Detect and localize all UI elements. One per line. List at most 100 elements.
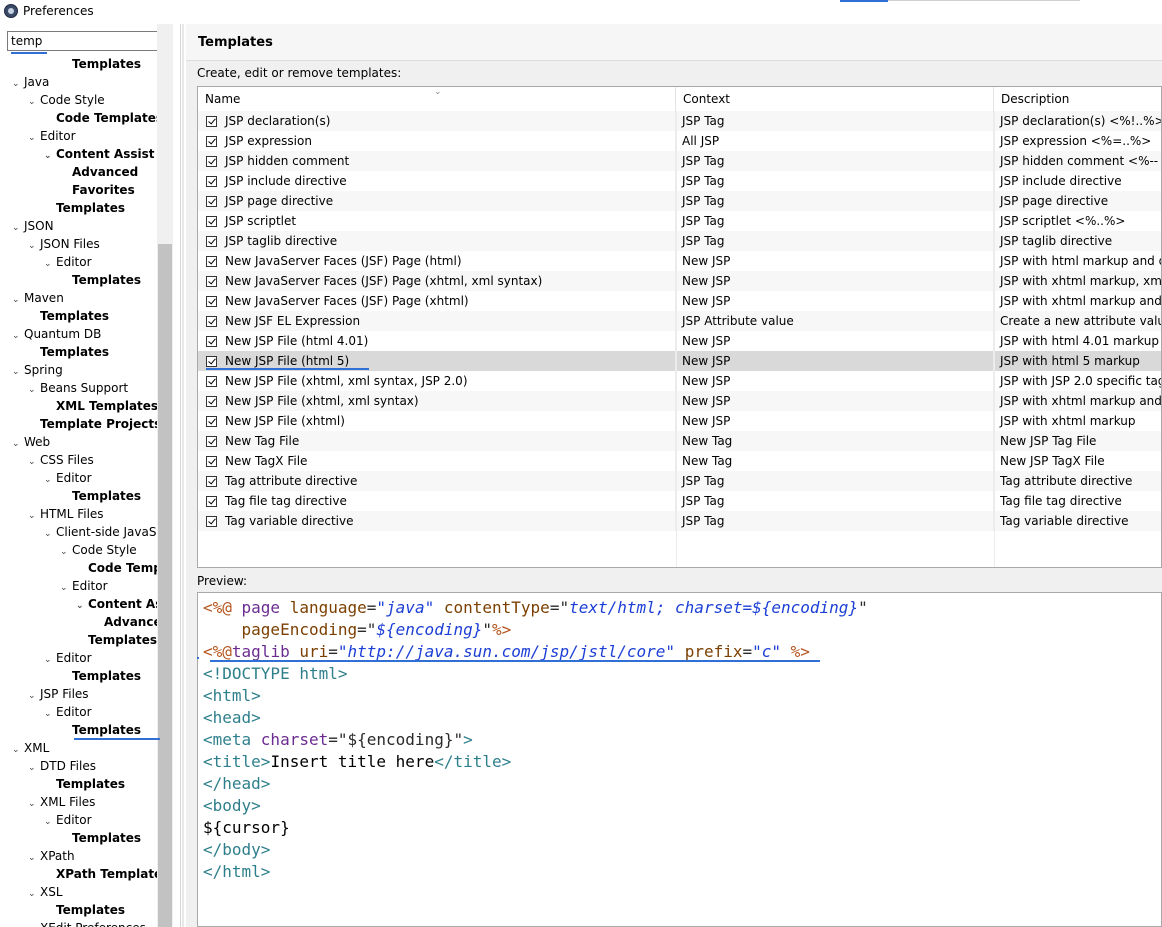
tree-item[interactable]: XML Templates	[44, 397, 158, 415]
enabled-checkbox[interactable]	[206, 276, 217, 287]
tree-item[interactable]: ⌄Client-side JavaScript	[44, 523, 158, 541]
table-row[interactable]: JSP page directive JSP Tag JSP page direct…	[198, 191, 1161, 211]
enabled-checkbox[interactable]	[206, 456, 217, 467]
table-row[interactable]: New JavaServer Faces (JSF) Page (html) Ne…	[198, 251, 1161, 271]
enabled-checkbox[interactable]	[206, 156, 217, 167]
enabled-checkbox[interactable]	[206, 136, 217, 147]
table-row[interactable]: JSP scriptlet JSP Tag JSP scriptlet <%..%>	[198, 211, 1161, 231]
table-row[interactable]: New JSP File (xhtml, xml syntax, JSP 2.0…	[198, 371, 1161, 391]
chevron-down-icon[interactable]: ⌄	[28, 453, 40, 471]
enabled-checkbox[interactable]	[206, 496, 217, 507]
chevron-down-icon[interactable]: ⌄	[28, 93, 40, 111]
tree-item[interactable]: ⌄ Code Style	[28, 91, 105, 109]
enabled-checkbox[interactable]	[206, 176, 217, 187]
table-row[interactable]: New TagX File New Tag New JSP TagX File	[198, 451, 1161, 471]
tree-item[interactable]: ⌄ JSON Files	[28, 235, 100, 253]
tree-item[interactable]: ⌄ Editor	[28, 127, 76, 145]
chevron-down-icon[interactable]: ⌄	[12, 75, 24, 93]
table-row[interactable]: Tag file tag directive JSP Tag Tag file ta…	[198, 491, 1161, 511]
tree-item[interactable]: Template Projects	[28, 415, 158, 433]
tree-item[interactable]: ⌄ Editor	[44, 703, 92, 721]
template-preview[interactable]: <%@ page language="java" contentType="te…	[197, 592, 1162, 927]
chevron-down-icon[interactable]: ⌄	[28, 381, 40, 399]
tree-item[interactable]: ⌄ Code Style	[60, 541, 137, 559]
enabled-checkbox[interactable]	[206, 336, 217, 347]
enabled-checkbox[interactable]	[206, 316, 217, 327]
tree-item[interactable]: ⌄ Editor	[44, 469, 92, 487]
tree-item[interactable]: Templates	[28, 343, 109, 361]
tree-item[interactable]: ⌄ XML	[12, 739, 49, 757]
tree-item[interactable]: ⌄ Java	[12, 73, 49, 91]
chevron-down-icon[interactable]: ⌄	[28, 849, 40, 867]
chevron-down-icon[interactable]: ⌄	[44, 525, 56, 543]
tree-item[interactable]: Templates	[44, 775, 125, 793]
tree-item[interactable]: Templates	[60, 55, 141, 73]
tree-item[interactable]: ⌄ Maven	[12, 289, 64, 307]
enabled-checkbox[interactable]	[206, 196, 217, 207]
pane-sash[interactable]	[182, 24, 184, 927]
chevron-down-icon[interactable]: ⌄	[60, 543, 72, 561]
chevron-down-icon[interactable]: ⌄	[28, 885, 40, 903]
chevron-down-icon[interactable]: ⌄	[12, 327, 24, 345]
chevron-down-icon[interactable]: ⌄	[28, 759, 40, 777]
tree-item[interactable]: Templates	[60, 271, 141, 289]
table-row[interactable]: Tag attribute directive JSP Tag Tag attrib…	[198, 471, 1161, 491]
table-row[interactable]: JSP include directive JSP Tag JSP include …	[198, 171, 1161, 191]
table-row[interactable]: JSP taglib directive JSP Tag JSP taglib di…	[198, 231, 1161, 251]
filter-input[interactable]	[11, 33, 151, 49]
chevron-down-icon[interactable]: ⌄	[12, 219, 24, 237]
chevron-down-icon[interactable]: ⌄	[44, 471, 56, 489]
chevron-down-icon[interactable]: ⌄	[44, 651, 56, 669]
tree-item[interactable]: ⌄ Editor	[44, 253, 92, 271]
tree-item[interactable]: Templates	[44, 901, 125, 919]
chevron-down-icon[interactable]: ⌄	[60, 579, 72, 597]
tree-item[interactable]: Advanced	[92, 613, 158, 631]
tree-item[interactable]: Templates	[44, 199, 125, 217]
table-row[interactable]: New JSP File (xhtml) New JSP JSP with xhtm…	[198, 411, 1161, 431]
chevron-down-icon[interactable]: ⌄	[12, 363, 24, 381]
enabled-checkbox[interactable]	[206, 356, 217, 367]
table-row[interactable]: New JavaServer Faces (JSF) Page (xhtml, …	[198, 271, 1161, 291]
table-row[interactable]: New JavaServer Faces (JSF) Page (xhtml) N…	[198, 291, 1161, 311]
tree-item[interactable]: Templates	[60, 667, 141, 685]
chevron-down-icon[interactable]: ⌄	[12, 435, 24, 453]
tree-item[interactable]: Advanced	[60, 163, 138, 181]
chevron-down-icon[interactable]: ⌄	[76, 597, 88, 615]
chevron-down-icon[interactable]: ⌄	[44, 813, 56, 831]
enabled-checkbox[interactable]	[206, 516, 217, 527]
tree-item[interactable]: ⌄ Quantum DB	[12, 325, 101, 343]
table-row[interactable]: New JSP File (xhtml, xml syntax) New JSP J…	[198, 391, 1161, 411]
tree-item[interactable]: Templates	[76, 631, 157, 649]
chevron-down-icon[interactable]: ⌄	[44, 255, 56, 273]
tree-item[interactable]: ⌄ Editor	[60, 577, 108, 595]
enabled-checkbox[interactable]	[206, 476, 217, 487]
chevron-down-icon[interactable]: ⌄	[28, 237, 40, 255]
tree-item[interactable]: ⌄ Editor	[44, 649, 92, 667]
tree-item[interactable]: XEdit Preferences	[28, 919, 146, 927]
table-row[interactable]: Tag variable directive JSP Tag Tag variabl…	[198, 511, 1161, 531]
tree-item[interactable]: ⌄ XPath	[28, 847, 75, 865]
chevron-down-icon[interactable]: ⌄	[12, 741, 24, 759]
enabled-checkbox[interactable]	[206, 296, 217, 307]
tree-item[interactable]: ⌄ XSL	[28, 883, 63, 901]
tree-item[interactable]: ⌄ JSON	[12, 217, 54, 235]
chevron-down-icon[interactable]: ⌄	[28, 687, 40, 705]
table-row[interactable]: New Tag File New Tag New JSP Tag File	[198, 431, 1161, 451]
table-row[interactable]: JSP declaration(s) JSP Tag JSP declaration…	[198, 111, 1161, 131]
column-header-context[interactable]: Context	[676, 87, 994, 111]
tree-item[interactable]: Code Templates	[76, 559, 158, 577]
tree-item[interactable]: Templates	[28, 307, 109, 325]
table-row[interactable]: New JSF EL Expression JSP Attribute value…	[198, 311, 1161, 331]
chevron-down-icon[interactable]: ⌄	[12, 291, 24, 309]
tree-item[interactable]: ⌄ JSP Files	[28, 685, 89, 703]
filter-field[interactable]: ✕	[7, 31, 171, 51]
tree-item[interactable]: Code Templates	[44, 109, 158, 127]
tree-item[interactable]: Templates	[60, 721, 141, 739]
tree-item[interactable]: ⌄ Spring	[12, 361, 63, 379]
tree-item[interactable]: ⌄Content Assist	[76, 595, 158, 613]
tree-scrollbar-thumb[interactable]	[158, 244, 172, 927]
tree-item[interactable]: Favorites	[60, 181, 135, 199]
tree-item[interactable]: ⌄ HTML Files	[28, 505, 104, 523]
tree-item[interactable]: XPath Templates	[44, 865, 158, 883]
chevron-down-icon[interactable]: ⌄	[44, 705, 56, 723]
